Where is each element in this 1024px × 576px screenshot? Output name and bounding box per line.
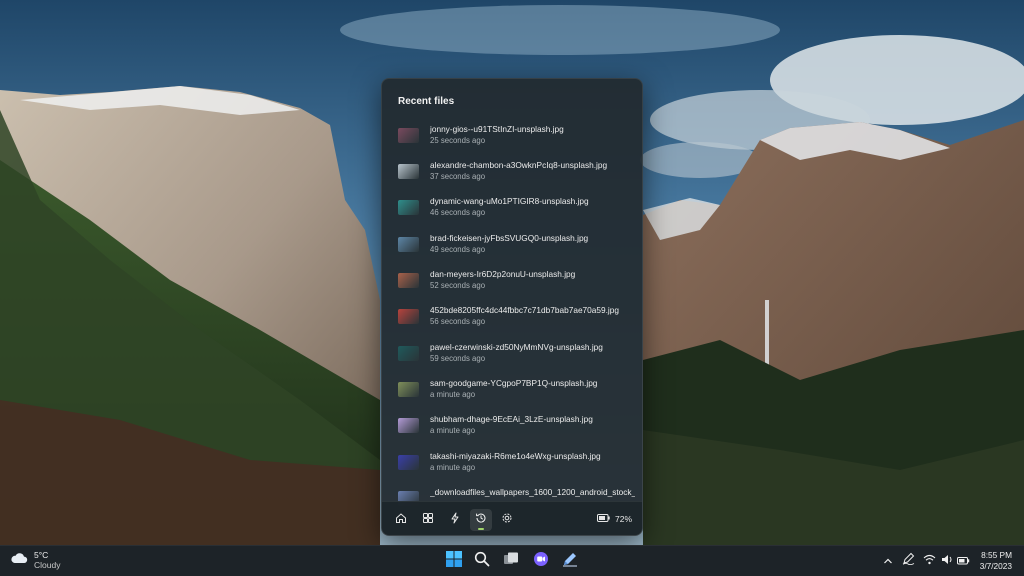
battery-percent: 72% xyxy=(614,514,632,524)
file-name: brad-fickeisen-jyFbsSVUGQ0-unsplash.jpg xyxy=(430,233,589,243)
file-name: takashi-miyazaki-R6me1o4eWxg-unsplash.jp… xyxy=(430,451,601,461)
clock-time: 8:55 PM xyxy=(981,550,1012,560)
lightning-icon xyxy=(449,511,461,529)
list-item[interactable]: dynamic-wang-uMo1PTIGIR8-unsplash.jpg 46… xyxy=(382,191,642,225)
home-icon xyxy=(395,511,407,529)
file-time: a minute ago xyxy=(430,463,476,472)
file-name: jonny-gios--u91TStInZI-unsplash.jpg xyxy=(430,124,564,134)
start-button[interactable] xyxy=(443,550,465,572)
file-time: 25 seconds ago xyxy=(430,136,486,145)
pen-menu-icon xyxy=(902,552,915,570)
cloud-icon xyxy=(10,551,28,569)
quick-actions-nav-button[interactable] xyxy=(444,509,466,531)
file-thumbnail xyxy=(398,418,419,433)
search-icon xyxy=(474,551,490,572)
list-item[interactable]: dan-meyers-Ir6D2p2onuU-unsplash.jpg 52 s… xyxy=(382,264,642,298)
file-name: _downloadfiles_wallpapers_1600_1200_andr… xyxy=(430,487,635,497)
battery-status: 72% xyxy=(596,514,632,524)
list-item[interactable]: pawel-czerwinski-zd50NyMmNVg-unsplash.jp… xyxy=(382,337,642,371)
weather-condition: Cloudy xyxy=(34,560,61,570)
list-item[interactable]: alexandre-chambon-a3OwknPcIq8-unsplash.j… xyxy=(382,155,642,189)
file-name: 452bde8205ffc4dc44fbbc7c71db7bab7ae70a59… xyxy=(430,305,620,315)
battery-icon xyxy=(596,514,610,524)
wifi-icon xyxy=(923,552,936,570)
battery-plug-icon xyxy=(956,552,970,570)
taskbar: 5°C Cloudy 8:55 PM 3/7/2023 xyxy=(0,545,1024,576)
chevron-up-icon xyxy=(883,552,893,570)
list-item[interactable]: sam-goodgame-YCgpoP7BP1Q-unsplash.jpg a … xyxy=(382,373,642,407)
file-name: alexandre-chambon-a3OwknPcIq8-unsplash.j… xyxy=(430,160,608,170)
file-thumbnail xyxy=(398,382,419,397)
task-view-button[interactable] xyxy=(500,550,522,572)
windows-start-icon xyxy=(446,550,462,572)
volume-button[interactable] xyxy=(940,554,954,568)
recent-files-flyout: Recent files jonny-gios--u91TStInZI-unsp… xyxy=(381,78,643,536)
gear-icon xyxy=(501,511,513,529)
file-time: 46 seconds ago xyxy=(430,208,486,217)
weather-temperature: 5°C xyxy=(34,550,49,560)
file-thumbnail xyxy=(398,164,419,179)
file-thumbnail xyxy=(398,346,419,361)
history-icon xyxy=(475,511,487,529)
pen-app-button[interactable] xyxy=(559,550,581,572)
settings-nav-button[interactable] xyxy=(496,509,518,531)
home-nav-button[interactable] xyxy=(390,509,412,531)
list-item[interactable]: shubham-dhage-9EcEAi_3LzE-unsplash.jpg a… xyxy=(382,409,642,443)
file-thumbnail xyxy=(398,309,419,324)
list-item[interactable]: jonny-gios--u91TStInZI-unsplash.jpg 25 s… xyxy=(382,119,642,153)
file-thumbnail xyxy=(398,237,419,252)
file-thumbnail xyxy=(398,128,419,143)
file-name: shubham-dhage-9EcEAi_3LzE-unsplash.jpg xyxy=(430,414,593,424)
file-time: 49 seconds ago xyxy=(430,245,486,254)
show-hidden-icons-button[interactable] xyxy=(881,554,895,568)
list-item[interactable]: takashi-miyazaki-R6me1o4eWxg-unsplash.jp… xyxy=(382,446,642,480)
recent-files-list[interactable]: jonny-gios--u91TStInZI-unsplash.jpg 25 s… xyxy=(382,119,642,535)
file-thumbnail xyxy=(398,455,419,470)
file-time: 59 seconds ago xyxy=(430,354,486,363)
file-name: dynamic-wang-uMo1PTIGIR8-unsplash.jpg xyxy=(430,196,589,206)
search-button[interactable] xyxy=(471,550,493,572)
flyout-footer: 72% xyxy=(382,501,642,535)
flyout-title: Recent files xyxy=(398,96,455,107)
network-button[interactable] xyxy=(922,554,936,568)
file-time: a minute ago xyxy=(430,390,476,399)
file-time: 37 seconds ago xyxy=(430,172,486,181)
chat-app-icon xyxy=(533,551,549,572)
clock[interactable]: 8:55 PM 3/7/2023 xyxy=(980,550,1012,572)
file-name: dan-meyers-Ir6D2p2onuU-unsplash.jpg xyxy=(430,269,576,279)
recent-files-nav-button[interactable] xyxy=(470,509,492,531)
file-name: sam-goodgame-YCgpoP7BP1Q-unsplash.jpg xyxy=(430,378,598,388)
weather-widget[interactable]: 5°C Cloudy xyxy=(10,550,60,570)
pen-menu-button[interactable] xyxy=(901,552,915,570)
apps-nav-button[interactable] xyxy=(417,509,439,531)
pen-app-icon xyxy=(562,551,578,572)
chat-app-button[interactable] xyxy=(530,550,552,572)
battery-tray-button[interactable] xyxy=(956,554,970,568)
file-name: pawel-czerwinski-zd50NyMmNVg-unsplash.jp… xyxy=(430,342,603,352)
list-item[interactable]: 452bde8205ffc4dc44fbbc7c71db7bab7ae70a59… xyxy=(382,300,642,334)
speaker-icon xyxy=(941,552,954,570)
file-thumbnail xyxy=(398,200,419,215)
clock-date: 3/7/2023 xyxy=(979,561,1012,571)
list-item[interactable]: brad-fickeisen-jyFbsSVUGQ0-unsplash.jpg … xyxy=(382,228,642,262)
task-view-icon xyxy=(503,551,519,572)
file-time: a minute ago xyxy=(430,426,476,435)
file-time: 56 seconds ago xyxy=(430,317,486,326)
file-time: 52 seconds ago xyxy=(430,281,486,290)
apps-icon xyxy=(422,511,434,529)
file-thumbnail xyxy=(398,273,419,288)
